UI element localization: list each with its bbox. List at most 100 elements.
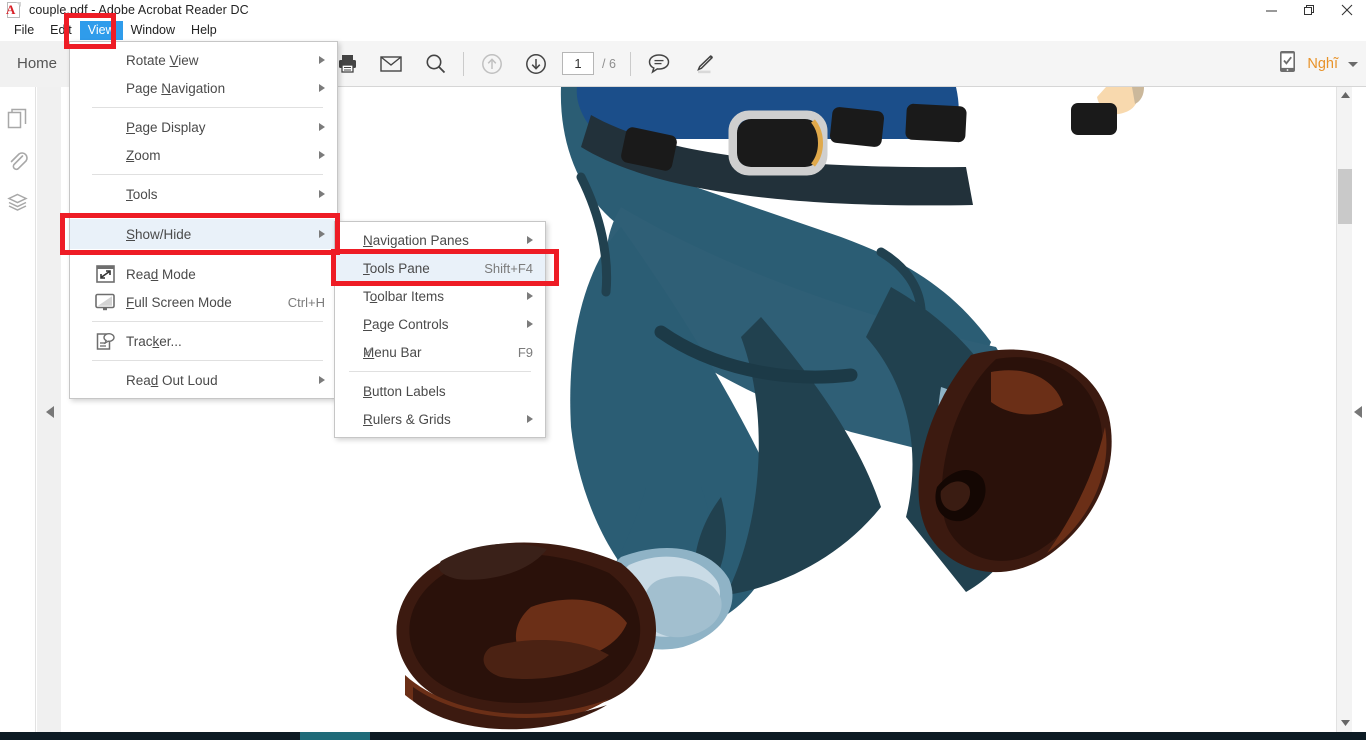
menu-separator: [92, 174, 323, 175]
menu-help[interactable]: Help: [183, 21, 225, 40]
submenu-arrow-icon: [319, 123, 325, 131]
vertical-scrollbar[interactable]: [1336, 87, 1352, 732]
page-total-label: / 6: [602, 56, 616, 71]
menu-item-accelerator: F9: [517, 344, 533, 360]
submenu-arrow-icon: [319, 151, 325, 159]
scrollbar-thumb[interactable]: [1338, 169, 1352, 224]
menu-item-accelerator: Ctrl+H: [287, 294, 325, 310]
submenu-item-navigation-panes[interactable]: Navigation Panes: [335, 226, 545, 254]
menu-item-zoom[interactable]: Zoom: [70, 141, 337, 169]
submenu-arrow-icon: [527, 292, 533, 300]
menu-separator: [92, 107, 323, 108]
menu-item-show-hide[interactable]: Show/Hide: [70, 219, 337, 249]
menu-window[interactable]: Window: [123, 21, 183, 40]
next-page-icon[interactable]: [514, 41, 558, 87]
close-button[interactable]: [1328, 0, 1366, 20]
submenu-arrow-icon: [527, 320, 533, 328]
minimize-button[interactable]: [1252, 0, 1290, 20]
menu-item-label: Tools: [126, 186, 158, 202]
submenu-item-button-labels[interactable]: Button Labels: [335, 377, 545, 405]
menu-item-label: Button Labels: [363, 383, 446, 399]
menu-item-label: Read Mode: [126, 266, 196, 282]
submenu-arrow-icon: [527, 236, 533, 244]
submenu-arrow-icon: [319, 56, 325, 64]
menu-bar: File Edit View Window Help: [0, 20, 1366, 41]
taskbar-active-item: [300, 732, 370, 740]
submenu-item-toolbar-items[interactable]: Toolbar Items: [335, 282, 545, 310]
window-title: couple.pdf - Adobe Acrobat Reader DC: [29, 3, 249, 17]
menu-item-tracker[interactable]: Tracker...: [70, 327, 337, 355]
menu-item-label: Tracker...: [126, 333, 182, 349]
menu-item-label: Tools Pane: [363, 260, 430, 276]
user-name-label[interactable]: Nghĩ: [1307, 56, 1338, 72]
toolbar-divider-2: [629, 51, 631, 76]
submenu-item-rulers-grids[interactable]: Rulers & Grids: [335, 405, 545, 433]
menu-item-accelerator: Shift+F4: [484, 260, 533, 276]
menu-separator: [92, 213, 323, 214]
menu-separator: [92, 360, 323, 361]
navigation-rail: [0, 87, 36, 732]
menu-item-label: Page Navigation: [126, 80, 226, 96]
toolbar-right-group: Nghĩ: [1278, 41, 1358, 87]
menu-item-read-mode[interactable]: Read Mode: [70, 260, 337, 288]
submenu-arrow-icon: [319, 84, 325, 92]
submenu-item-tools-pane[interactable]: Tools Pane Shift+F4: [335, 254, 545, 282]
full-screen-icon: [94, 292, 116, 312]
collapse-right-arrow-icon[interactable]: [1352, 405, 1364, 419]
menu-item-label: Page Controls: [363, 316, 449, 332]
view-dropdown-menu[interactable]: Rotate View Page Navigation Page Display…: [69, 41, 338, 399]
highlight-pen-icon[interactable]: [681, 41, 725, 87]
menu-item-label: Rulers & Grids: [363, 411, 451, 427]
toolbar-icon-group: 1 / 6: [325, 41, 725, 87]
restore-button[interactable]: [1290, 0, 1328, 20]
menu-item-label: Full Screen Mode: [126, 294, 232, 310]
read-mode-icon: [94, 264, 116, 284]
home-tab[interactable]: Home: [0, 40, 75, 87]
submenu-item-menu-bar[interactable]: ✓ Menu Bar F9: [335, 338, 545, 366]
submenu-item-page-controls[interactable]: Page Controls: [335, 310, 545, 338]
menu-separator: [349, 371, 531, 372]
submenu-arrow-icon: [319, 376, 325, 384]
submenu-arrow-icon: [319, 190, 325, 198]
acrobat-reader-window: A couple.pdf - Adobe Acrobat Reader DC F…: [0, 0, 1366, 740]
menu-item-label: Toolbar Items: [363, 288, 445, 304]
menu-item-page-display[interactable]: Page Display: [70, 113, 337, 141]
menu-view[interactable]: View: [79, 21, 123, 40]
submenu-arrow-icon: [319, 230, 325, 238]
window-controls: [1252, 0, 1366, 20]
menu-item-full-screen-mode[interactable]: Full Screen Mode Ctrl+H: [70, 288, 337, 316]
checkmark-icon: ✓: [363, 343, 375, 360]
menu-separator: [92, 321, 323, 322]
menu-item-label: Menu Bar: [363, 344, 422, 360]
scroll-up-arrow-icon[interactable]: [1337, 87, 1353, 104]
page-thumbnails-icon[interactable]: [3, 103, 33, 133]
submenu-arrow-icon: [527, 415, 533, 423]
search-icon[interactable]: [413, 41, 457, 87]
menu-item-label: Rotate View: [126, 52, 199, 68]
page-number-input[interactable]: 1: [562, 52, 594, 75]
tracker-icon: [94, 331, 116, 351]
menu-item-read-out-loud[interactable]: Read Out Loud: [70, 366, 337, 394]
menu-item-tools[interactable]: Tools: [70, 180, 337, 208]
previous-page-icon[interactable]: [470, 41, 514, 87]
email-icon[interactable]: [369, 41, 413, 87]
menu-item-label: Show/Hide: [126, 226, 192, 242]
menu-item-label: Navigation Panes: [363, 232, 469, 248]
collapse-left-arrow-icon[interactable]: [44, 405, 56, 419]
menu-separator: [92, 254, 323, 255]
pdf-file-icon: A: [6, 1, 22, 19]
menu-item-page-navigation[interactable]: Page Navigation: [70, 74, 337, 102]
comment-icon[interactable]: [637, 41, 681, 87]
attachments-icon[interactable]: [3, 145, 33, 175]
menu-item-label: Zoom: [126, 147, 161, 163]
show-hide-submenu[interactable]: Navigation Panes Tools Pane Shift+F4 Too…: [334, 221, 546, 438]
menu-file[interactable]: File: [6, 21, 42, 40]
sign-document-icon[interactable]: [1278, 50, 1297, 78]
chevron-down-icon[interactable]: [1348, 61, 1358, 67]
menu-edit[interactable]: Edit: [42, 21, 80, 40]
layers-icon[interactable]: [3, 187, 33, 217]
menu-item-rotate-view[interactable]: Rotate View: [70, 46, 337, 74]
scroll-down-arrow-icon[interactable]: [1337, 715, 1353, 732]
title-bar: A couple.pdf - Adobe Acrobat Reader DC: [0, 0, 1366, 20]
toolbar-divider-1: [463, 51, 464, 76]
